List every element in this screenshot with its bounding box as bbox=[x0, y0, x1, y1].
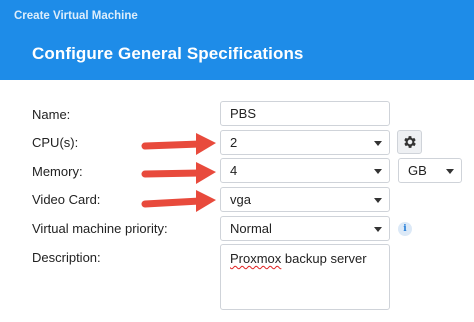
video-card-value: vga bbox=[230, 192, 251, 207]
window-title: Create Virtual Machine bbox=[14, 10, 138, 22]
chevron-down-icon bbox=[374, 168, 382, 174]
description-textarea[interactable]: Proxmox backup server bbox=[220, 244, 390, 310]
video-card-label: Video Card: bbox=[32, 192, 101, 207]
description-label: Description: bbox=[32, 250, 101, 265]
video-card-select[interactable]: vga bbox=[220, 187, 390, 212]
memory-select[interactable]: 4 bbox=[220, 158, 390, 183]
description-word-rest: backup server bbox=[281, 251, 367, 266]
memory-label: Memory: bbox=[32, 164, 83, 179]
chevron-down-icon bbox=[374, 197, 382, 203]
chevron-down-icon bbox=[374, 140, 382, 146]
name-label: Name: bbox=[32, 107, 71, 122]
info-icon[interactable]: i bbox=[398, 222, 412, 236]
red-arrow-icon bbox=[141, 162, 216, 184]
red-arrow-icon bbox=[141, 133, 216, 155]
gear-icon bbox=[403, 136, 416, 148]
cpu-label: CPU(s): bbox=[32, 135, 79, 150]
description-value: Proxmox backup server bbox=[230, 251, 367, 266]
memory-unit-select[interactable]: GB bbox=[398, 158, 462, 183]
red-arrow-icon bbox=[141, 190, 216, 212]
name-value: PBS bbox=[230, 106, 257, 121]
chevron-down-icon bbox=[446, 168, 454, 174]
cpu-select[interactable]: 2 bbox=[220, 130, 390, 155]
section-title: Configure General Specifications bbox=[32, 44, 304, 63]
memory-value: 4 bbox=[230, 163, 238, 178]
cpu-settings-button[interactable] bbox=[397, 130, 422, 154]
priority-value: Normal bbox=[230, 221, 272, 236]
name-input[interactable]: PBS bbox=[220, 101, 390, 126]
cpu-value: 2 bbox=[230, 135, 238, 150]
priority-select[interactable]: Normal bbox=[220, 216, 390, 241]
chevron-down-icon bbox=[374, 226, 382, 232]
memory-unit-value: GB bbox=[408, 163, 427, 178]
priority-label: Virtual machine priority: bbox=[32, 221, 168, 236]
description-word-1: Proxmox bbox=[230, 251, 282, 266]
dialog-header: Create Virtual Machine Configure General… bbox=[0, 0, 474, 80]
